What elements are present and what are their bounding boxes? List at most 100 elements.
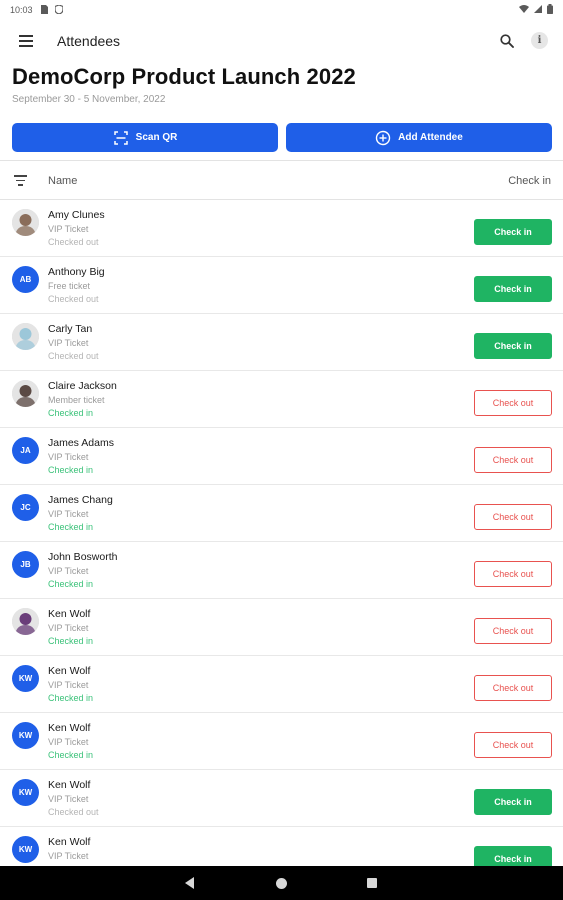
check-out-button[interactable]: Check out [474, 447, 552, 473]
attendee-row[interactable]: JA James Adams VIP Ticket Checked in Check o… [0, 428, 563, 485]
attendee-status: Checked out [48, 351, 99, 361]
battery-icon [547, 4, 553, 16]
attendee-status: Checked in [48, 579, 94, 589]
check-in-button[interactable]: Check in [474, 219, 552, 245]
avatar-initials: KW [12, 665, 39, 692]
divider [0, 160, 563, 161]
qr-scan-icon [113, 130, 129, 146]
attendee-ticket: VIP Ticket [48, 452, 89, 462]
attendee-ticket: Member ticket [48, 395, 105, 405]
attendee-status: Checked out [48, 294, 99, 304]
status-left: 10:03 [10, 3, 64, 16]
avatar-photo [12, 380, 39, 407]
attendee-name: Ken Wolf [48, 779, 91, 791]
attendee-name: Ken Wolf [48, 665, 91, 677]
avatar-photo [12, 608, 39, 635]
attendee-name: James Chang [48, 494, 113, 506]
attendee-ticket: VIP Ticket [48, 566, 89, 576]
check-out-button[interactable]: Check out [474, 732, 552, 758]
system-nav-bar [0, 866, 563, 900]
status-right [519, 4, 553, 16]
attendee-name: Anthony Big [48, 266, 105, 278]
attendee-row[interactable]: JC James Chang VIP Ticket Checked in Check o… [0, 485, 563, 542]
attendee-row[interactable]: AB Anthony Big Free ticket Checked out Check… [0, 257, 563, 314]
attendee-status: Checked out [48, 237, 99, 247]
attendee-status: Checked in [48, 750, 94, 760]
scan-qr-button[interactable]: Scan QR [12, 123, 278, 152]
avatar-initials: AB [12, 266, 39, 293]
column-header-name: Name [48, 175, 78, 187]
attendee-name: Claire Jackson [48, 380, 117, 392]
attendee-ticket: VIP Ticket [48, 680, 89, 690]
avatar-initials: JC [12, 494, 39, 521]
attendee-name: Carly Tan [48, 323, 93, 335]
attendee-ticket: VIP Ticket [48, 623, 89, 633]
menu-icon[interactable] [19, 35, 33, 47]
column-header-check-in: Check in [508, 175, 551, 187]
attendee-ticket: Free ticket [48, 281, 91, 291]
status-time: 10:03 [10, 5, 33, 15]
attendee-name: Amy Clunes [48, 209, 105, 221]
attendee-name: Ken Wolf [48, 722, 91, 734]
attendee-row[interactable]: Ken Wolf VIP Ticket Checked in Check out [0, 599, 563, 656]
attendee-name: Ken Wolf [48, 608, 91, 620]
recents-icon[interactable] [367, 878, 377, 888]
app-title: Attendees [57, 33, 121, 49]
attendee-ticket: VIP Ticket [48, 509, 89, 519]
sd-card-icon [40, 4, 48, 16]
check-out-button[interactable]: Check out [474, 561, 552, 587]
attendee-name: James Adams [48, 437, 114, 449]
attendee-row[interactable]: Claire Jackson Member ticket Checked in Che… [0, 371, 563, 428]
back-icon[interactable] [185, 877, 194, 889]
search-icon[interactable] [499, 33, 515, 49]
attendee-status: Checked in [48, 522, 94, 532]
check-in-button[interactable]: Check in [474, 276, 552, 302]
add-attendee-button[interactable]: Add Attendee [286, 123, 552, 152]
page-title: DemoCorp Product Launch 2022 [12, 64, 356, 89]
add-attendee-label: Add Attendee [398, 132, 463, 143]
attendee-row[interactable]: KW Ken Wolf VIP Ticket Checked in Check out [0, 656, 563, 713]
list-header: Name Check in [0, 162, 563, 200]
attendee-list: Amy Clunes VIP Ticket Checked out Check in A… [0, 200, 563, 884]
scan-qr-label: Scan QR [135, 132, 178, 143]
avatar-initials: KW [12, 836, 39, 863]
add-circle-icon [375, 130, 391, 146]
check-in-button[interactable]: Check in [474, 333, 552, 359]
attendee-status: Checked out [48, 807, 99, 817]
attendee-ticket: VIP Ticket [48, 224, 89, 234]
attendee-name: Ken Wolf [48, 836, 91, 848]
home-icon[interactable] [276, 878, 287, 889]
check-out-button[interactable]: Check out [474, 504, 552, 530]
avatar-initials: KW [12, 722, 39, 749]
check-out-button[interactable]: Check out [474, 390, 552, 416]
status-bar: 10:03 [0, 0, 563, 20]
attendee-ticket: VIP Ticket [48, 794, 89, 804]
wifi-icon [519, 5, 529, 15]
check-in-button[interactable]: Check in [474, 789, 552, 815]
shield-icon [53, 3, 64, 16]
avatar-photo [12, 209, 39, 236]
check-out-button[interactable]: Check out [474, 618, 552, 644]
attendee-ticket: VIP Ticket [48, 338, 89, 348]
attendee-name: John Bosworth [48, 551, 118, 563]
attendee-row[interactable]: Carly Tan VIP Ticket Checked out Check in [0, 314, 563, 371]
attendee-row[interactable]: JB John Bosworth VIP Ticket Checked in Check… [0, 542, 563, 599]
attendee-status: Checked in [48, 408, 94, 418]
attendee-row[interactable]: KW Ken Wolf VIP Ticket Checked in Check out [0, 713, 563, 770]
signal-icon [534, 5, 542, 15]
avatar-initials: JB [12, 551, 39, 578]
attendee-status: Checked in [48, 693, 94, 703]
attendee-status: Checked in [48, 636, 94, 646]
avatar-initials: KW [12, 779, 39, 806]
attendee-row[interactable]: KW Ken Wolf VIP Ticket Checked out Check in [0, 770, 563, 827]
info-icon[interactable]: i [531, 32, 548, 49]
event-dates: September 30 - 5 November, 2022 [12, 94, 166, 105]
avatar-initials: JA [12, 437, 39, 464]
check-out-button[interactable]: Check out [474, 675, 552, 701]
attendee-status: Checked in [48, 465, 94, 475]
attendee-ticket: VIP Ticket [48, 851, 89, 861]
attendee-row[interactable]: Amy Clunes VIP Ticket Checked out Check in [0, 200, 563, 257]
avatar-photo [12, 323, 39, 350]
app-bar: Attendees i [0, 24, 563, 58]
filter-icon[interactable] [14, 175, 27, 186]
